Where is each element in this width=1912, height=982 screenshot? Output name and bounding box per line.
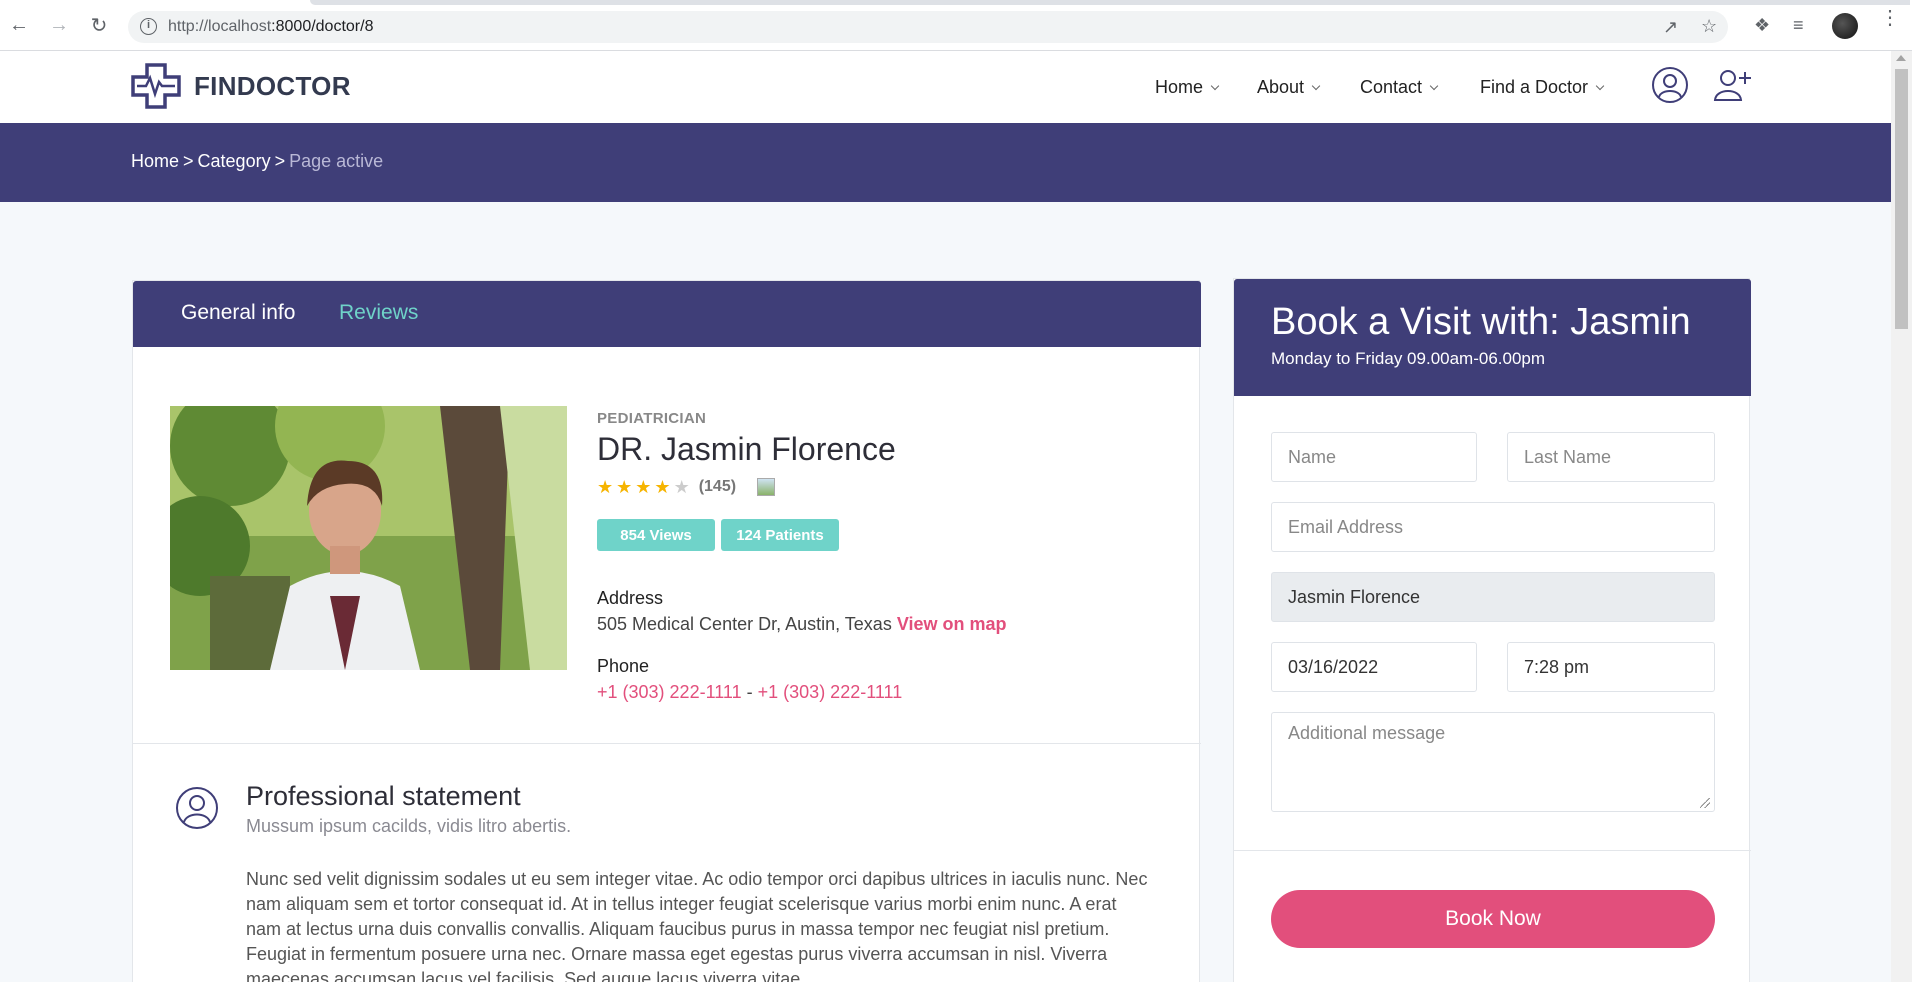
browser-toolbar: ← → ↻ i http://localhost:8000/doctor/8 ↗… (0, 0, 1912, 51)
rating-count: (145) (698, 478, 737, 495)
menu-contact-label: Contact (1360, 77, 1423, 97)
url-host: http://localhost (168, 18, 272, 35)
bookmark-star-icon[interactable]: ☆ (1701, 16, 1717, 37)
date-input[interactable]: 03/16/2022 (1271, 642, 1477, 692)
email-input[interactable]: Email Address (1271, 502, 1715, 552)
booking-card: Book a Visit with: Jasmin Monday to Frid… (1233, 278, 1751, 982)
breadcrumb-separator: > (183, 151, 194, 171)
chevron-down-icon (1595, 81, 1605, 90)
view-on-map-link[interactable]: View on map (897, 614, 1007, 634)
logo-text[interactable]: FINDOCTOR (194, 71, 351, 102)
book-now-button[interactable]: Book Now (1271, 890, 1715, 948)
url-text[interactable]: http://localhost:8000/doctor/8 (168, 18, 373, 36)
menu-home-label: Home (1155, 77, 1204, 97)
phone-link-2[interactable]: +1 (303) 222-1111 (758, 682, 903, 702)
media-queue-icon[interactable]: ≡ (1793, 15, 1804, 36)
user-register-icon[interactable] (1713, 66, 1753, 104)
phone-value: +1 (303) 222-1111 - +1 (303) 222-1111 (597, 682, 902, 703)
tab-general-info[interactable]: General info (181, 301, 295, 325)
tab-strip (310, 0, 1910, 5)
site-header: FINDOCTOR Home About Contact Find a Doct… (0, 51, 1891, 123)
back-icon[interactable]: ← (8, 14, 30, 36)
message-textarea[interactable]: Additional message (1271, 712, 1715, 812)
logo-cross-icon[interactable] (131, 63, 181, 109)
profile-avatar[interactable] (1832, 13, 1858, 39)
extensions-icon[interactable]: ❖ (1754, 15, 1770, 36)
menu-find-doctor[interactable]: Find a Doctor (1480, 77, 1605, 98)
scrollbar-thumb[interactable] (1895, 69, 1908, 329)
reload-icon[interactable]: ↻ (88, 14, 110, 37)
profile-tabs: General info Reviews (133, 281, 1201, 347)
views-badge: 854 Views (597, 519, 715, 551)
rating-stars: ★ ★ ★ ★ ★ (145) (597, 477, 776, 497)
address-bar[interactable]: i http://localhost:8000/doctor/8 ↗ ☆ (128, 11, 1728, 43)
phone-link-1[interactable]: +1 (303) 222-1111 (597, 682, 742, 702)
phone-separator: - (746, 682, 753, 702)
address-text: 505 Medical Center Dr, Austin, Texas (597, 614, 892, 634)
star-icon: ★ (654, 477, 671, 497)
breadcrumb-bar: Home > Category > Page active (0, 123, 1891, 202)
doctor-name: DR. Jasmin Florence (597, 431, 896, 467)
statement-title: Professional statement (246, 781, 521, 811)
url-path: :8000/doctor/8 (271, 18, 374, 35)
chevron-down-icon (1210, 81, 1220, 90)
message-placeholder: Additional message (1288, 723, 1446, 743)
menu-about-label: About (1257, 77, 1305, 97)
name-input[interactable]: Name (1271, 432, 1477, 482)
chevron-down-icon (1429, 81, 1439, 90)
doctor-name-field: Jasmin Florence (1271, 572, 1715, 622)
statement-body: Nunc sed velit dignissim sodales ut eu s… (246, 869, 1148, 982)
share-icon[interactable]: ↗ (1663, 17, 1678, 38)
booking-header: Book a Visit with: Jasmin Monday to Frid… (1234, 279, 1751, 396)
last-name-input[interactable]: Last Name (1507, 432, 1715, 482)
star-empty-icon: ★ (673, 477, 690, 497)
menu-home[interactable]: Home (1155, 77, 1220, 98)
booking-title: Book a Visit with: Jasmin (1271, 301, 1691, 343)
resize-handle-icon[interactable] (1700, 798, 1710, 808)
breadcrumb-active: Page active (289, 151, 384, 171)
forward-icon[interactable]: → (48, 14, 70, 36)
booking-divider (1234, 850, 1751, 851)
menu-find-doctor-label: Find a Doctor (1480, 77, 1589, 97)
scroll-up-icon[interactable] (1896, 55, 1906, 61)
user-profile-icon (176, 787, 218, 829)
user-login-icon[interactable] (1651, 66, 1689, 104)
time-input[interactable]: 7:28 pm (1507, 642, 1715, 692)
chevron-down-icon (1311, 81, 1321, 90)
breadcrumb: Home > Category > Page active (131, 151, 383, 172)
patients-badge: 124 Patients (721, 519, 839, 551)
page-scrollbar[interactable] (1891, 51, 1912, 982)
breadcrumb-home[interactable]: Home (131, 151, 179, 172)
phone-label: Phone (597, 656, 650, 676)
menu-contact[interactable]: Contact (1360, 77, 1439, 98)
star-icon: ★ (635, 477, 652, 497)
address-label: Address (597, 588, 664, 608)
star-icon: ★ (597, 477, 614, 497)
breadcrumb-separator: > (274, 151, 286, 171)
section-divider (133, 743, 1201, 744)
star-icon: ★ (616, 477, 633, 497)
booking-hours: Monday to Friday 09.00am-06.00pm (1271, 349, 1546, 368)
site-info-icon[interactable]: i (140, 18, 157, 35)
address-value: 505 Medical Center Dr, Austin, Texas Vie… (597, 614, 1007, 635)
menu-about[interactable]: About (1257, 77, 1321, 98)
broken-image-icon (757, 478, 776, 496)
statement-subtitle: Mussum ipsum cacilds, vidis litro aberti… (246, 816, 572, 836)
browser-menu-icon[interactable]: ⋮ (1880, 8, 1900, 28)
doctor-specialty: PEDIATRICIAN (597, 410, 707, 427)
doctor-profile-card: General info Reviews PEDIATRICIAN DR. Ja… (132, 280, 1201, 982)
tab-reviews[interactable]: Reviews (339, 301, 418, 325)
breadcrumb-category[interactable]: Category (198, 151, 271, 172)
doctor-photo (170, 406, 567, 670)
